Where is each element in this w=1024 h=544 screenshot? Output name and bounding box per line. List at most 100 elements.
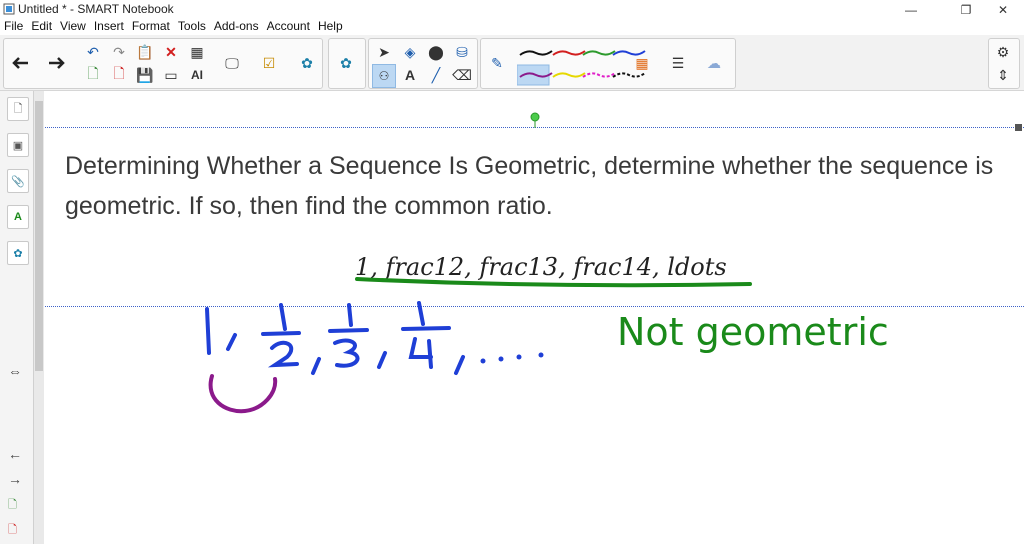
menu-file[interactable]: File <box>0 19 27 35</box>
line-style-icon: ☰ <box>671 54 685 71</box>
table-button[interactable]: ▦ <box>186 41 208 63</box>
resize-icon[interactable]: ⇔ <box>8 363 22 379</box>
ink-comma-3 <box>377 351 387 369</box>
properties-tab[interactable]: A <box>7 205 29 229</box>
save-icon: 💾 <box>136 66 154 83</box>
lines-tool-button[interactable]: ╱ <box>425 64 447 86</box>
delete-button[interactable]: ✕ <box>160 41 182 63</box>
ink-layer[interactable]: Not geometric <box>45 91 1024 544</box>
shapes-icon: ◈ <box>404 43 416 60</box>
eraser-button[interactable]: ⌫ <box>451 64 473 86</box>
next-page-button[interactable] <box>46 52 68 74</box>
ink-frac-1-2-den <box>267 340 299 368</box>
table-icon: ▦ <box>190 43 204 60</box>
text-recognition-icon: AI <box>191 68 203 82</box>
attachments-icon: 📎 <box>11 175 25 188</box>
page-icon[interactable]: 🗋 <box>8 496 17 515</box>
addons-button[interactable]: ✿ <box>335 52 357 74</box>
color-palette-button[interactable]: ▦ <box>631 52 653 74</box>
gallery-tab[interactable]: ▣ <box>7 133 29 157</box>
page-delete-icon[interactable]: 🗋 <box>8 521 17 540</box>
purple-arc-stroke <box>208 374 278 414</box>
fill-effects-button[interactable]: ☁ <box>703 52 725 74</box>
menu-account[interactable]: Account <box>263 19 314 35</box>
pencil-icon: ✎ <box>491 54 503 71</box>
toolbar-group-addons: ✿ <box>328 38 366 89</box>
response-button[interactable]: ☑ <box>258 52 280 74</box>
shapes-tool-button[interactable]: ◈ <box>399 41 421 63</box>
close-button[interactable]: ✕ <box>980 0 1024 19</box>
minimize-button[interactable]: — <box>888 0 934 19</box>
menu-edit[interactable]: Edit <box>27 19 56 35</box>
title-bar: Untitled * - SMART Notebook — ❐ ✕ <box>0 0 1024 19</box>
forward-icon[interactable]: → <box>8 471 22 487</box>
screen-shade-button[interactable]: 🖵 <box>221 52 243 74</box>
menu-add-ons[interactable]: Add-ons <box>210 19 263 35</box>
text-tool-button[interactable]: A <box>399 64 421 86</box>
sidebar: 🗋 ▣ 📎 A ✿ ⇔ ← → 🗋 🗋 <box>0 91 34 544</box>
undo-button[interactable]: ↶ <box>82 41 104 63</box>
menu-insert[interactable]: Insert <box>90 19 128 35</box>
delete-x-icon: ✕ <box>165 43 177 60</box>
settings-button[interactable]: ⚙ <box>992 41 1014 63</box>
ink-frac-1-2-bar <box>261 331 301 336</box>
clipboard-icon: 📋 <box>136 43 154 60</box>
ink-frac-1-4-bar <box>401 326 451 331</box>
menu-tools[interactable]: Tools <box>174 19 210 35</box>
undo-icon: ↶ <box>87 43 99 60</box>
redo-button[interactable]: ↷ <box>108 41 130 63</box>
lab-activity-button[interactable]: ✿ <box>296 52 318 74</box>
eraser-icon: ⌫ <box>452 66 472 83</box>
ink-frac-1-3-bar <box>328 328 369 333</box>
monitor-icon: 🖵 <box>225 54 239 71</box>
new-page-button[interactable]: 🗋 <box>82 64 104 86</box>
ink-frac-1-3-den <box>333 338 360 368</box>
full-screen-button[interactable]: ▭ <box>160 64 182 86</box>
previous-page-button[interactable] <box>9 52 31 74</box>
menu-help[interactable]: Help <box>314 19 347 35</box>
toolbar-position-button[interactable]: ⇕ <box>992 64 1014 86</box>
page-sorter-tab[interactable]: 🗋 <box>7 97 29 121</box>
pen-button[interactable]: ✎ <box>486 52 508 74</box>
text-a-icon: A <box>404 67 416 83</box>
line-style-button[interactable]: ☰ <box>667 52 689 74</box>
pen-colors[interactable] <box>517 43 647 87</box>
ink-frac-1-4-num <box>417 301 425 326</box>
menu-format[interactable]: Format <box>128 19 174 35</box>
paste-button[interactable]: 📋 <box>134 41 156 63</box>
ink-dot <box>498 356 504 362</box>
sidebar-scrollbar[interactable] <box>34 91 44 544</box>
fill-tool-button[interactable]: ⛁ <box>451 41 473 63</box>
ink-dot <box>516 354 522 360</box>
delete-page-icon: 🗋 <box>113 65 125 81</box>
gallery-icon: ▣ <box>12 139 24 152</box>
people-icon: ⚇ <box>378 69 390 83</box>
arrow-right-icon <box>49 57 65 69</box>
delete-page-button[interactable]: 🗋 <box>108 64 130 86</box>
toolbar-group-main: ↶ ↷ 📋 ✕ ▦ 🗋 🗋 💾 ▭ AI 🖵 ☑ ✿ <box>3 38 323 89</box>
whiteboard-canvas[interactable]: Determining Whether a Sequence Is Geomet… <box>45 91 1024 544</box>
menu-view[interactable]: View <box>56 19 90 35</box>
line-icon: ╱ <box>431 66 441 83</box>
arrow-left-icon <box>12 57 28 69</box>
add-ons-tab[interactable]: ✿ <box>7 241 29 265</box>
toolbar-group-tools: ➤ ◈ ⬤ ⛁ ⚇ A ╱ ⌫ <box>368 38 478 89</box>
green-underline-stroke <box>355 277 752 288</box>
back-icon[interactable]: ← <box>8 446 22 462</box>
save-button[interactable]: 💾 <box>134 64 156 86</box>
paint-bucket-icon: ⛁ <box>456 43 468 60</box>
handwriting-recognition-button[interactable]: AI <box>186 64 208 86</box>
select-tool-button[interactable]: ➤ <box>373 41 395 63</box>
ink-frac-1-2-num <box>279 303 287 331</box>
handwritten-answer: Not geometric <box>617 310 889 354</box>
up-down-arrows-icon: ⇕ <box>997 66 1009 83</box>
ink-frac-1-4-den <box>408 337 433 369</box>
scroll-thumb[interactable] <box>35 101 43 371</box>
attachments-tab[interactable]: 📎 <box>7 169 29 193</box>
pen-selected-tool-button[interactable]: ⚇ <box>372 64 396 88</box>
magic-pen-button[interactable]: ⬤ <box>425 41 447 63</box>
ink-comma-4 <box>454 355 465 375</box>
gear-icon: ⚙ <box>996 43 1010 60</box>
cursor-arrow-icon: ➤ <box>378 43 390 60</box>
toolbar-group-pens: ✎ ▦ ☰ ☁ <box>480 38 736 89</box>
